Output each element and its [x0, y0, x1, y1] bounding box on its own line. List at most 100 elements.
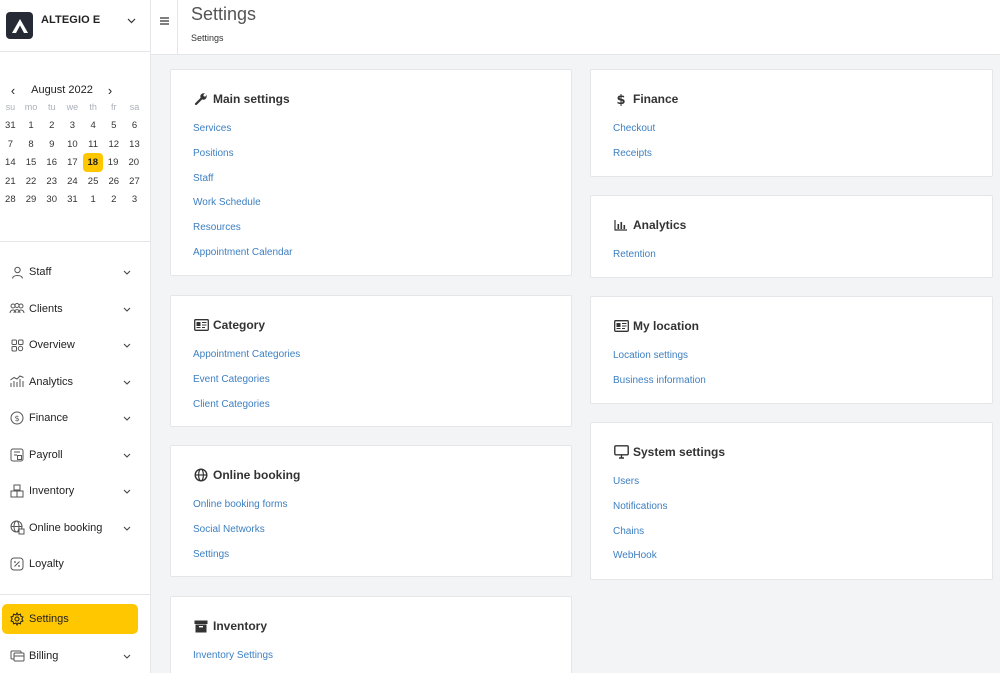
calendar-day[interactable]: 12 — [103, 139, 124, 150]
calendar-day[interactable]: 29 — [21, 194, 42, 205]
wrench-icon — [193, 92, 209, 106]
settings-link-positions[interactable]: Positions — [193, 147, 293, 172]
chevron-down-icon — [123, 303, 131, 315]
calendar-day[interactable]: 2 — [103, 194, 124, 205]
settings-link-staff[interactable]: Staff — [193, 172, 293, 197]
calendar-day[interactable]: 17 — [62, 157, 83, 168]
calendar-day-selected[interactable]: 18 — [82, 153, 103, 173]
settings-link-receipts[interactable]: Receipts — [613, 147, 655, 172]
svg-text:$: $ — [616, 93, 625, 106]
calendar-month-label: August 2022 — [31, 84, 93, 96]
sidebar-item-billing[interactable]: Billing — [0, 638, 150, 673]
sidebar-item-overview[interactable]: Overview — [0, 327, 150, 364]
card-link-list: Inventory Settings — [193, 649, 273, 673]
calendar-day[interactable]: 3 — [124, 194, 145, 205]
settings-link-location-settings[interactable]: Location settings — [613, 349, 706, 374]
calendar-day[interactable]: 31 — [0, 120, 21, 131]
calendar-day[interactable]: 3 — [62, 120, 83, 131]
settings-link-social-networks[interactable]: Social Networks — [193, 523, 288, 548]
card-title: Online booking — [193, 468, 300, 482]
settings-link-retention[interactable]: Retention — [613, 248, 656, 273]
calendar-day[interactable]: 26 — [103, 176, 124, 187]
calendar-weekday: fr — [111, 102, 117, 113]
calendar-day[interactable]: 15 — [21, 157, 42, 168]
settings-link-business-information[interactable]: Business information — [613, 374, 706, 399]
calendar-day[interactable]: 31 — [62, 194, 83, 205]
gear-icon — [9, 611, 25, 627]
mini-calendar: ‹ August 2022 › su mo tu we th fr sa 31 1 2 3 4 5 6 7… — [0, 52, 150, 242]
calendar-day[interactable]: 25 — [83, 176, 104, 187]
calendar-day[interactable]: 27 — [124, 176, 145, 187]
calendar-day[interactable]: 30 — [41, 194, 62, 205]
card-title: $ Finance — [613, 92, 678, 106]
calendar-day[interactable]: 1 — [83, 194, 104, 205]
settings-link-client-categories[interactable]: Client Categories — [193, 398, 300, 423]
calendar-day[interactable]: 13 — [124, 139, 145, 150]
calendar-day[interactable]: 10 — [62, 139, 83, 150]
sidebar-item-finance[interactable]: $ Finance — [0, 400, 150, 437]
calendar-day[interactable]: 11 — [83, 139, 104, 150]
calendar-day[interactable]: 16 — [41, 157, 62, 168]
calendar-day[interactable]: 21 — [0, 176, 21, 187]
settings-link-appointment-calendar[interactable]: Appointment Calendar — [193, 246, 293, 271]
settings-link-online-booking-forms[interactable]: Online booking forms — [193, 498, 288, 523]
sidebar-nav: Staff Clients Overview Analytics $ Finance Pay… — [0, 242, 150, 673]
settings-link-inventory-settings[interactable]: Inventory Settings — [193, 649, 273, 673]
calendar-day[interactable]: 4 — [83, 120, 104, 131]
sidebar-item-label: Finance — [29, 412, 69, 425]
calendar-weekday: th — [89, 102, 97, 113]
clients-icon — [9, 301, 25, 317]
calendar-weekday: tu — [47, 102, 56, 113]
sidebar-item-online-booking[interactable]: Online booking — [0, 510, 150, 547]
settings-link-chains[interactable]: Chains — [613, 525, 667, 550]
menu-toggle-icon[interactable] — [151, 0, 178, 54]
settings-link-webhook[interactable]: WebHook — [613, 549, 667, 574]
sidebar-item-payroll[interactable]: Payroll — [0, 437, 150, 474]
calendar-day[interactable]: 9 — [41, 139, 62, 150]
card-finance: $ Finance Checkout Receipts — [590, 69, 993, 177]
calendar-week: 31 1 2 3 4 5 6 — [0, 117, 150, 136]
calendar-day[interactable]: 1 — [21, 120, 42, 131]
calendar-grid: 31 1 2 3 4 5 6 7 8 9 10 11 12 13 14 15 16 17 18 19 20 21 22 23 2… — [0, 117, 150, 210]
settings-link-users[interactable]: Users — [613, 475, 667, 500]
calendar-day[interactable]: 28 — [0, 194, 21, 205]
sidebar-item-clients[interactable]: Clients — [0, 291, 150, 328]
sidebar-item-analytics[interactable]: Analytics — [0, 364, 150, 401]
chevron-down-icon[interactable] — [127, 11, 136, 29]
sidebar-item-staff[interactable]: Staff — [0, 254, 150, 291]
settings-link-services[interactable]: Services — [193, 122, 293, 147]
sidebar-item-inventory[interactable]: Inventory — [0, 473, 150, 510]
calendar-next-button[interactable]: › — [98, 83, 122, 98]
breadcrumb[interactable]: Settings — [191, 33, 224, 43]
settings-link-work-schedule[interactable]: Work Schedule — [193, 196, 293, 221]
calendar-day[interactable]: 19 — [103, 157, 124, 168]
settings-link-appointment-categories[interactable]: Appointment Categories — [193, 348, 300, 373]
card-link-list: Location settings Business information — [613, 349, 706, 399]
card-title-text: Main settings — [213, 92, 290, 106]
calendar-day[interactable]: 6 — [124, 120, 145, 131]
calendar-prev-button[interactable]: ‹ — [0, 83, 26, 98]
calendar-day[interactable]: 2 — [41, 120, 62, 131]
sidebar-item-settings[interactable]: Settings — [2, 603, 138, 634]
chevron-down-icon — [123, 485, 131, 497]
sidebar-item-loyalty[interactable]: Loyalty — [0, 546, 150, 583]
payroll-icon — [9, 447, 25, 463]
sidebar-item-label: Billing — [29, 649, 59, 662]
calendar-day[interactable]: 22 — [21, 176, 42, 187]
calendar-day[interactable]: 23 — [41, 176, 62, 187]
calendar-day[interactable]: 8 — [21, 139, 42, 150]
settings-link-settings[interactable]: Settings — [193, 548, 288, 573]
calendar-day[interactable]: 24 — [62, 176, 83, 187]
sidebar-divider — [0, 593, 150, 595]
calendar-day[interactable]: 7 — [0, 139, 21, 150]
settings-link-checkout[interactable]: Checkout — [613, 122, 655, 147]
settings-link-event-categories[interactable]: Event Categories — [193, 373, 300, 398]
calendar-day[interactable]: 20 — [123, 157, 144, 168]
settings-link-notifications[interactable]: Notifications — [613, 500, 667, 525]
brand-switcher[interactable]: ALTEGIO E — [0, 0, 150, 52]
sidebar: ALTEGIO E ‹ August 2022 › su mo tu we th fr sa… — [0, 0, 151, 673]
calendar-day[interactable]: 5 — [103, 120, 124, 131]
calendar-day[interactable]: 14 — [0, 157, 21, 168]
settings-link-resources[interactable]: Resources — [193, 221, 293, 246]
calendar-weekday: mo — [24, 102, 38, 113]
